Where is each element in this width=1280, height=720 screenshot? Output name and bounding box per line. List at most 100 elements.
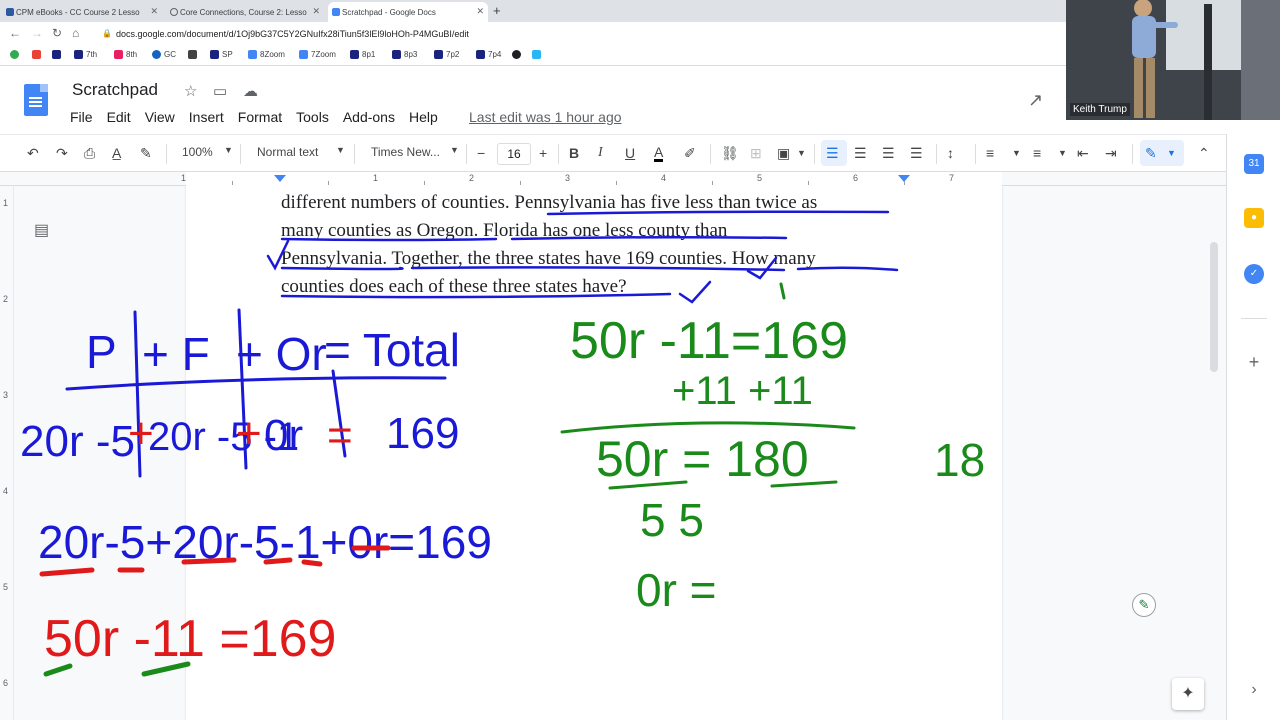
gmail-icon[interactable] bbox=[32, 50, 41, 59]
font-size-input[interactable]: 16 bbox=[497, 143, 531, 165]
menu-insert[interactable]: Insert bbox=[189, 109, 224, 125]
chevron-down-icon: ▼ bbox=[1058, 148, 1067, 158]
menu-addons[interactable]: Add-ons bbox=[343, 109, 395, 125]
italic-icon[interactable]: I bbox=[598, 145, 603, 161]
ink-header-p: P bbox=[86, 326, 117, 378]
decrease-indent-icon[interactable]: ⇤ bbox=[1077, 145, 1089, 162]
tab-title: Scratchpad - Google Docs bbox=[342, 7, 436, 17]
cpm-favicon-icon bbox=[6, 8, 14, 16]
forward-arrow-icon[interactable]: → bbox=[31, 26, 43, 40]
insert-image-icon[interactable]: ▣ bbox=[777, 145, 790, 162]
text-color-icon[interactable]: A bbox=[654, 145, 664, 162]
cloud-status-icon[interactable]: ☁ bbox=[243, 82, 258, 100]
bookmark-7th[interactable]: 7th bbox=[74, 50, 97, 59]
browser-tab[interactable]: Core Connections, Course 2: Lesso ✕ bbox=[166, 2, 324, 22]
address-bar[interactable]: 🔒 docs.google.com/document/d/1Oj9bG37C5Y… bbox=[96, 25, 1056, 43]
collapse-toolbar-icon[interactable]: ⌃ bbox=[1198, 145, 1210, 162]
add-addon-icon[interactable]: + bbox=[1244, 352, 1264, 372]
docs-logo-icon[interactable] bbox=[24, 84, 48, 116]
home-icon[interactable]: ⌂ bbox=[72, 26, 79, 40]
undo-icon[interactable]: ↶ bbox=[27, 145, 39, 162]
highlight-color-icon[interactable]: ✐ bbox=[684, 145, 696, 162]
explore-icon[interactable]: ✦ bbox=[1172, 678, 1204, 710]
paint-format-icon[interactable]: ✎ bbox=[140, 145, 152, 162]
menu-format[interactable]: Format bbox=[238, 109, 282, 125]
underline-icon[interactable]: U bbox=[625, 145, 635, 161]
ruler-number: 6 bbox=[853, 173, 859, 183]
editing-mode-icon[interactable]: ✎ bbox=[1145, 145, 1157, 162]
bookmark-7zoom[interactable]: 7Zoom bbox=[299, 50, 336, 59]
calendar-icon[interactable]: 31 bbox=[1244, 154, 1264, 174]
bookmark-8p3[interactable]: 8p3 bbox=[392, 50, 417, 59]
bookmark-sp[interactable]: SP bbox=[210, 50, 233, 59]
editing-toolbar: ↶ ↷ ⎙ A̲ ✎ 100% ▼ Normal text ▼ Times Ne… bbox=[0, 134, 1226, 172]
bulleted-list-icon[interactable]: ≡ bbox=[1033, 145, 1041, 161]
document-page[interactable]: different numbers of counties. Pennsylva… bbox=[186, 186, 1002, 720]
ink-cell: + bbox=[128, 409, 154, 458]
left-indent-marker[interactable] bbox=[274, 175, 286, 182]
spellcheck-icon[interactable]: A̲ bbox=[112, 145, 121, 161]
annotate-icon[interactable]: ✎ bbox=[1132, 593, 1156, 617]
back-arrow-icon[interactable]: ← bbox=[9, 26, 21, 40]
print-icon[interactable]: ⎙ bbox=[84, 145, 95, 162]
reload-icon[interactable]: ↻ bbox=[52, 26, 62, 40]
browser-tab[interactable]: CPM eBooks - CC Course 2 Lesso ✕ bbox=[2, 2, 162, 22]
font-select[interactable]: Times New... bbox=[371, 145, 440, 159]
browser-tab-active[interactable]: Scratchpad - Google Docs ✕ bbox=[328, 2, 488, 22]
star-icon[interactable]: ☆ bbox=[184, 82, 197, 100]
numbered-list-icon[interactable]: ≡ bbox=[986, 145, 994, 161]
justify-icon[interactable]: ☰ bbox=[910, 145, 923, 162]
apps-icon[interactable] bbox=[10, 50, 19, 59]
ruler-number: 1 bbox=[373, 173, 379, 183]
zoom-select[interactable]: 100% bbox=[182, 145, 213, 159]
chevron-down-icon: ▼ bbox=[1012, 148, 1021, 158]
close-tab-icon[interactable]: ✕ bbox=[150, 6, 158, 17]
edge-icon[interactable] bbox=[512, 50, 521, 59]
align-right-icon[interactable]: ☰ bbox=[882, 145, 895, 162]
tab-title: Core Connections, Course 2: Lesso bbox=[180, 7, 307, 17]
align-left-icon[interactable]: ☰ bbox=[826, 145, 839, 162]
close-tab-icon[interactable]: ✕ bbox=[476, 6, 484, 17]
bookmark-8zoom[interactable]: 8Zoom bbox=[248, 50, 285, 59]
menu-file[interactable]: File bbox=[70, 109, 93, 125]
bookmark-icon[interactable] bbox=[532, 50, 541, 59]
document-outline-icon[interactable]: ▤ bbox=[34, 220, 49, 240]
align-center-icon[interactable]: ☰ bbox=[854, 145, 867, 162]
ruler-number: 3 bbox=[565, 173, 571, 183]
increase-font-size-icon[interactable]: + bbox=[539, 145, 547, 161]
keep-icon[interactable]: ● bbox=[1244, 208, 1264, 228]
bookmark-icon[interactable] bbox=[52, 50, 61, 59]
chevron-right-icon[interactable]: › bbox=[1244, 680, 1264, 700]
bookmark-gc[interactable]: GC bbox=[152, 50, 176, 59]
line-spacing-icon[interactable]: ↕ bbox=[947, 145, 954, 161]
style-select[interactable]: Normal text bbox=[257, 145, 318, 159]
last-edit-link[interactable]: Last edit was 1 hour ago bbox=[469, 109, 622, 125]
vertical-scrollbar[interactable] bbox=[1210, 242, 1218, 372]
webcam-participant-name: Keith Trump bbox=[1070, 103, 1130, 116]
bookmark-8p1[interactable]: 8p1 bbox=[350, 50, 375, 59]
bold-icon[interactable]: B bbox=[569, 145, 579, 161]
tasks-icon[interactable]: ✓ bbox=[1244, 264, 1264, 284]
document-text-line: Pennsylvania. Together, the three states… bbox=[281, 248, 816, 269]
menu-tools[interactable]: Tools bbox=[296, 109, 329, 125]
move-folder-icon[interactable]: ▭ bbox=[213, 82, 227, 100]
url-text: docs.google.com/document/d/1Oj9bG37C5Y2G… bbox=[116, 29, 469, 39]
menu-edit[interactable]: Edit bbox=[107, 109, 131, 125]
redo-icon[interactable]: ↷ bbox=[56, 145, 68, 162]
increase-indent-icon[interactable]: ⇥ bbox=[1105, 145, 1117, 162]
new-tab-button[interactable]: + bbox=[493, 3, 501, 18]
decrease-font-size-icon[interactable]: − bbox=[477, 145, 485, 161]
chevron-down-icon: ▼ bbox=[336, 145, 345, 155]
bookmark-7p2[interactable]: 7p2 bbox=[434, 50, 459, 59]
menu-help[interactable]: Help bbox=[409, 109, 438, 125]
activity-trend-icon[interactable]: ↗ bbox=[1028, 90, 1043, 111]
document-title[interactable]: Scratchpad bbox=[72, 80, 158, 100]
menu-view[interactable]: View bbox=[145, 109, 175, 125]
insert-link-icon[interactable]: ⛓ bbox=[721, 145, 739, 162]
add-comment-icon[interactable]: ⊞ bbox=[750, 145, 762, 162]
close-tab-icon[interactable]: ✕ bbox=[312, 6, 320, 17]
horizontal-ruler: 1 1 2 3 4 5 6 7 bbox=[0, 172, 1226, 186]
bookmark-car-icon[interactable] bbox=[188, 50, 197, 59]
bookmark-8th[interactable]: 8th bbox=[114, 50, 137, 59]
bookmark-7p4[interactable]: 7p4 bbox=[476, 50, 501, 59]
